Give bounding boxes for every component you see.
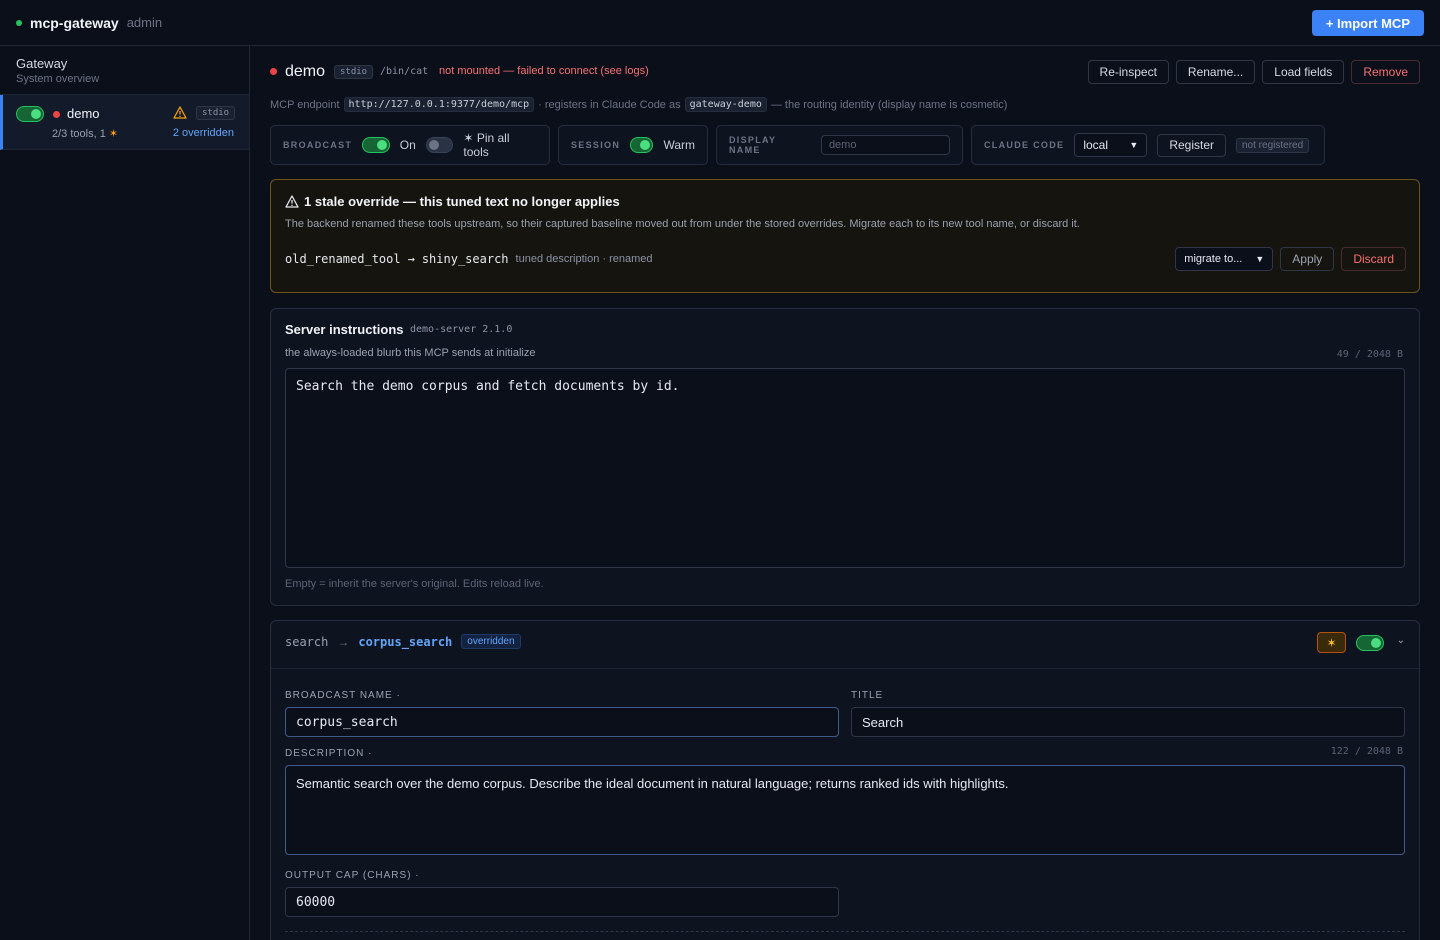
status-dot	[16, 19, 22, 26]
broadcast-toggle[interactable]	[362, 137, 390, 153]
instructions-textarea[interactable]: Search the demo corpus and fetch documen…	[285, 368, 1405, 568]
stale-row: old_renamed_tool → shiny_search tuned de…	[285, 252, 653, 266]
instructions-subtitle: the always-loaded blurb this MCP sends a…	[285, 347, 536, 359]
migrate-select[interactable]: migrate to... ▼	[1175, 247, 1274, 271]
server-version: demo-server 2.1.0	[410, 324, 513, 335]
title-input[interactable]: Search	[851, 707, 1405, 737]
chevron-down-icon: ▼	[1255, 254, 1265, 264]
apply-button[interactable]: Apply	[1280, 247, 1335, 271]
endpoint-url[interactable]: http://127.0.0.1:9377/demo/mcp	[343, 97, 535, 112]
display-name-control: DISPLAY NAME demo	[716, 125, 963, 165]
transport-badge: stdio	[334, 65, 374, 79]
broadcast-name-input[interactable]: corpus_search	[285, 707, 839, 737]
instructions-hint: Empty = inherit the server's original. E…	[285, 578, 544, 590]
claude-code-select[interactable]: local ▼	[1074, 133, 1148, 157]
description-counter: 122 / 2048 B	[1330, 746, 1403, 757]
user-role: admin	[126, 15, 163, 30]
broadcast-label: BROADCAST	[283, 140, 353, 150]
transport-badge: stdio	[196, 106, 236, 120]
claude-code-control: CLAUDE CODE local ▼ Register not registe…	[971, 125, 1325, 165]
sidebar-item-demo[interactable]: demo stdio 2/3 tools, 1 ✶ 2 overridden	[0, 95, 249, 150]
divider	[285, 931, 1405, 932]
remove-button[interactable]: Remove	[1351, 60, 1420, 84]
register-button[interactable]: Register	[1157, 133, 1226, 157]
stale-title: 1 stale override — this tuned text no lo…	[304, 194, 620, 209]
server-command: /bin/cat	[380, 66, 429, 77]
server-title: demo	[285, 63, 326, 80]
app-name: mcp-gateway	[30, 14, 119, 31]
session-state: Warm	[663, 138, 695, 152]
chevron-down-icon: ▼	[1129, 140, 1139, 150]
routing-note: — the routing identity (display name is …	[770, 98, 1008, 111]
sidebar-header[interactable]: Gateway System overview	[0, 46, 249, 95]
warning-icon	[285, 195, 299, 208]
registration-status: not registered	[1236, 137, 1310, 153]
divider	[271, 668, 1419, 669]
session-toggle[interactable]	[630, 137, 654, 153]
pin-icon: ✶	[108, 128, 119, 140]
sidebar: Gateway System overview demo stdio 2/3 t…	[0, 46, 250, 940]
stale-description: The backend renamed these tools upstream…	[285, 218, 1080, 230]
pin-icon[interactable]: ✶	[1317, 632, 1346, 653]
session-label: SESSION	[571, 140, 621, 150]
server-instructions-card: Server instructions demo-server 2.1.0 th…	[270, 308, 1420, 606]
tool-broadcast-name: corpus_search	[358, 634, 453, 649]
tool-header[interactable]: search → corpus_search overridden	[285, 634, 521, 649]
broadcast-state: On	[399, 138, 416, 152]
endpoint-label: MCP endpoint	[270, 98, 340, 111]
warning-icon	[173, 106, 187, 119]
import-mcp-button[interactable]: + Import MCP	[1311, 10, 1424, 36]
server-status-dot	[270, 68, 277, 75]
load-fields-button[interactable]: Load fields	[1262, 60, 1345, 84]
rename-button[interactable]: Rename...	[1175, 60, 1256, 84]
pin-all-toggle[interactable]	[425, 137, 454, 153]
pin-all-label: ✶ Pin all tools	[463, 131, 510, 159]
claude-code-label: CLAUDE CODE	[984, 140, 1065, 150]
arrow-icon: →	[337, 634, 350, 649]
discard-button[interactable]: Discard	[1341, 247, 1406, 271]
pin-icon: ✶	[463, 131, 474, 145]
broadcast-control: BROADCAST On ✶ Pin all tools	[270, 125, 550, 165]
display-name-input[interactable]: demo	[820, 135, 950, 155]
description-textarea[interactable]: Semantic search over the demo corpus. De…	[285, 765, 1405, 855]
tool-card: search → corpus_search overridden ✶ ⌄ BR…	[270, 620, 1420, 940]
reinspect-button[interactable]: Re-inspect	[1087, 60, 1169, 84]
server-status-text: not mounted — failed to connect (see log…	[439, 65, 649, 77]
endpoint-line: MCP endpoint http://127.0.0.1:9377/demo/…	[270, 97, 1007, 112]
server-enable-toggle[interactable]	[16, 106, 44, 122]
overridden-badge: overridden	[461, 634, 521, 649]
sidebar-subtitle: System overview	[16, 73, 100, 85]
session-control: SESSION Warm	[558, 125, 708, 165]
stale-override-panel: 1 stale override — this tuned text no lo…	[270, 179, 1420, 293]
description-label: DESCRIPTION ·	[285, 748, 373, 759]
title-label: TITLE	[851, 690, 884, 701]
broadcast-name-label: BROADCAST NAME ·	[285, 690, 401, 701]
sidebar-title: Gateway	[16, 56, 68, 71]
stale-actions: migrate to... ▼ Apply Discard	[1175, 247, 1406, 271]
tool-enable-toggle[interactable]	[1356, 635, 1384, 651]
tool-original-name: search	[285, 634, 329, 649]
overridden-count[interactable]: 2 overridden	[173, 127, 234, 139]
display-name-label: DISPLAY NAME	[729, 135, 777, 155]
arrow-icon: →	[407, 252, 415, 266]
stale-meta: tuned description · renamed	[515, 253, 653, 265]
chevron-down-icon[interactable]: ⌄	[1397, 635, 1405, 646]
tools-summary: 2/3 tools, 1 ✶	[52, 128, 119, 140]
top-bar: mcp-gateway admin + Import MCP	[0, 0, 1440, 46]
output-cap-input[interactable]: 60000	[285, 887, 839, 917]
old-tool-name: old_renamed_tool	[285, 252, 401, 266]
server-actions: Re-inspect Rename... Load fields Remove	[1087, 60, 1420, 84]
server-name: demo	[67, 106, 100, 121]
registers-text: · registers in Claude Code as	[538, 98, 681, 111]
new-tool-name: shiny_search	[421, 252, 509, 266]
output-cap-label: OUTPUT CAP (CHARS) ·	[285, 870, 420, 881]
instructions-counter: 49 / 2048 B	[1336, 349, 1403, 360]
main-panel: demo stdio /bin/cat not mounted — failed…	[250, 46, 1440, 940]
instructions-title: Server instructions	[285, 322, 404, 337]
server-status-dot	[53, 111, 60, 118]
registered-name: gateway-demo	[684, 97, 767, 112]
